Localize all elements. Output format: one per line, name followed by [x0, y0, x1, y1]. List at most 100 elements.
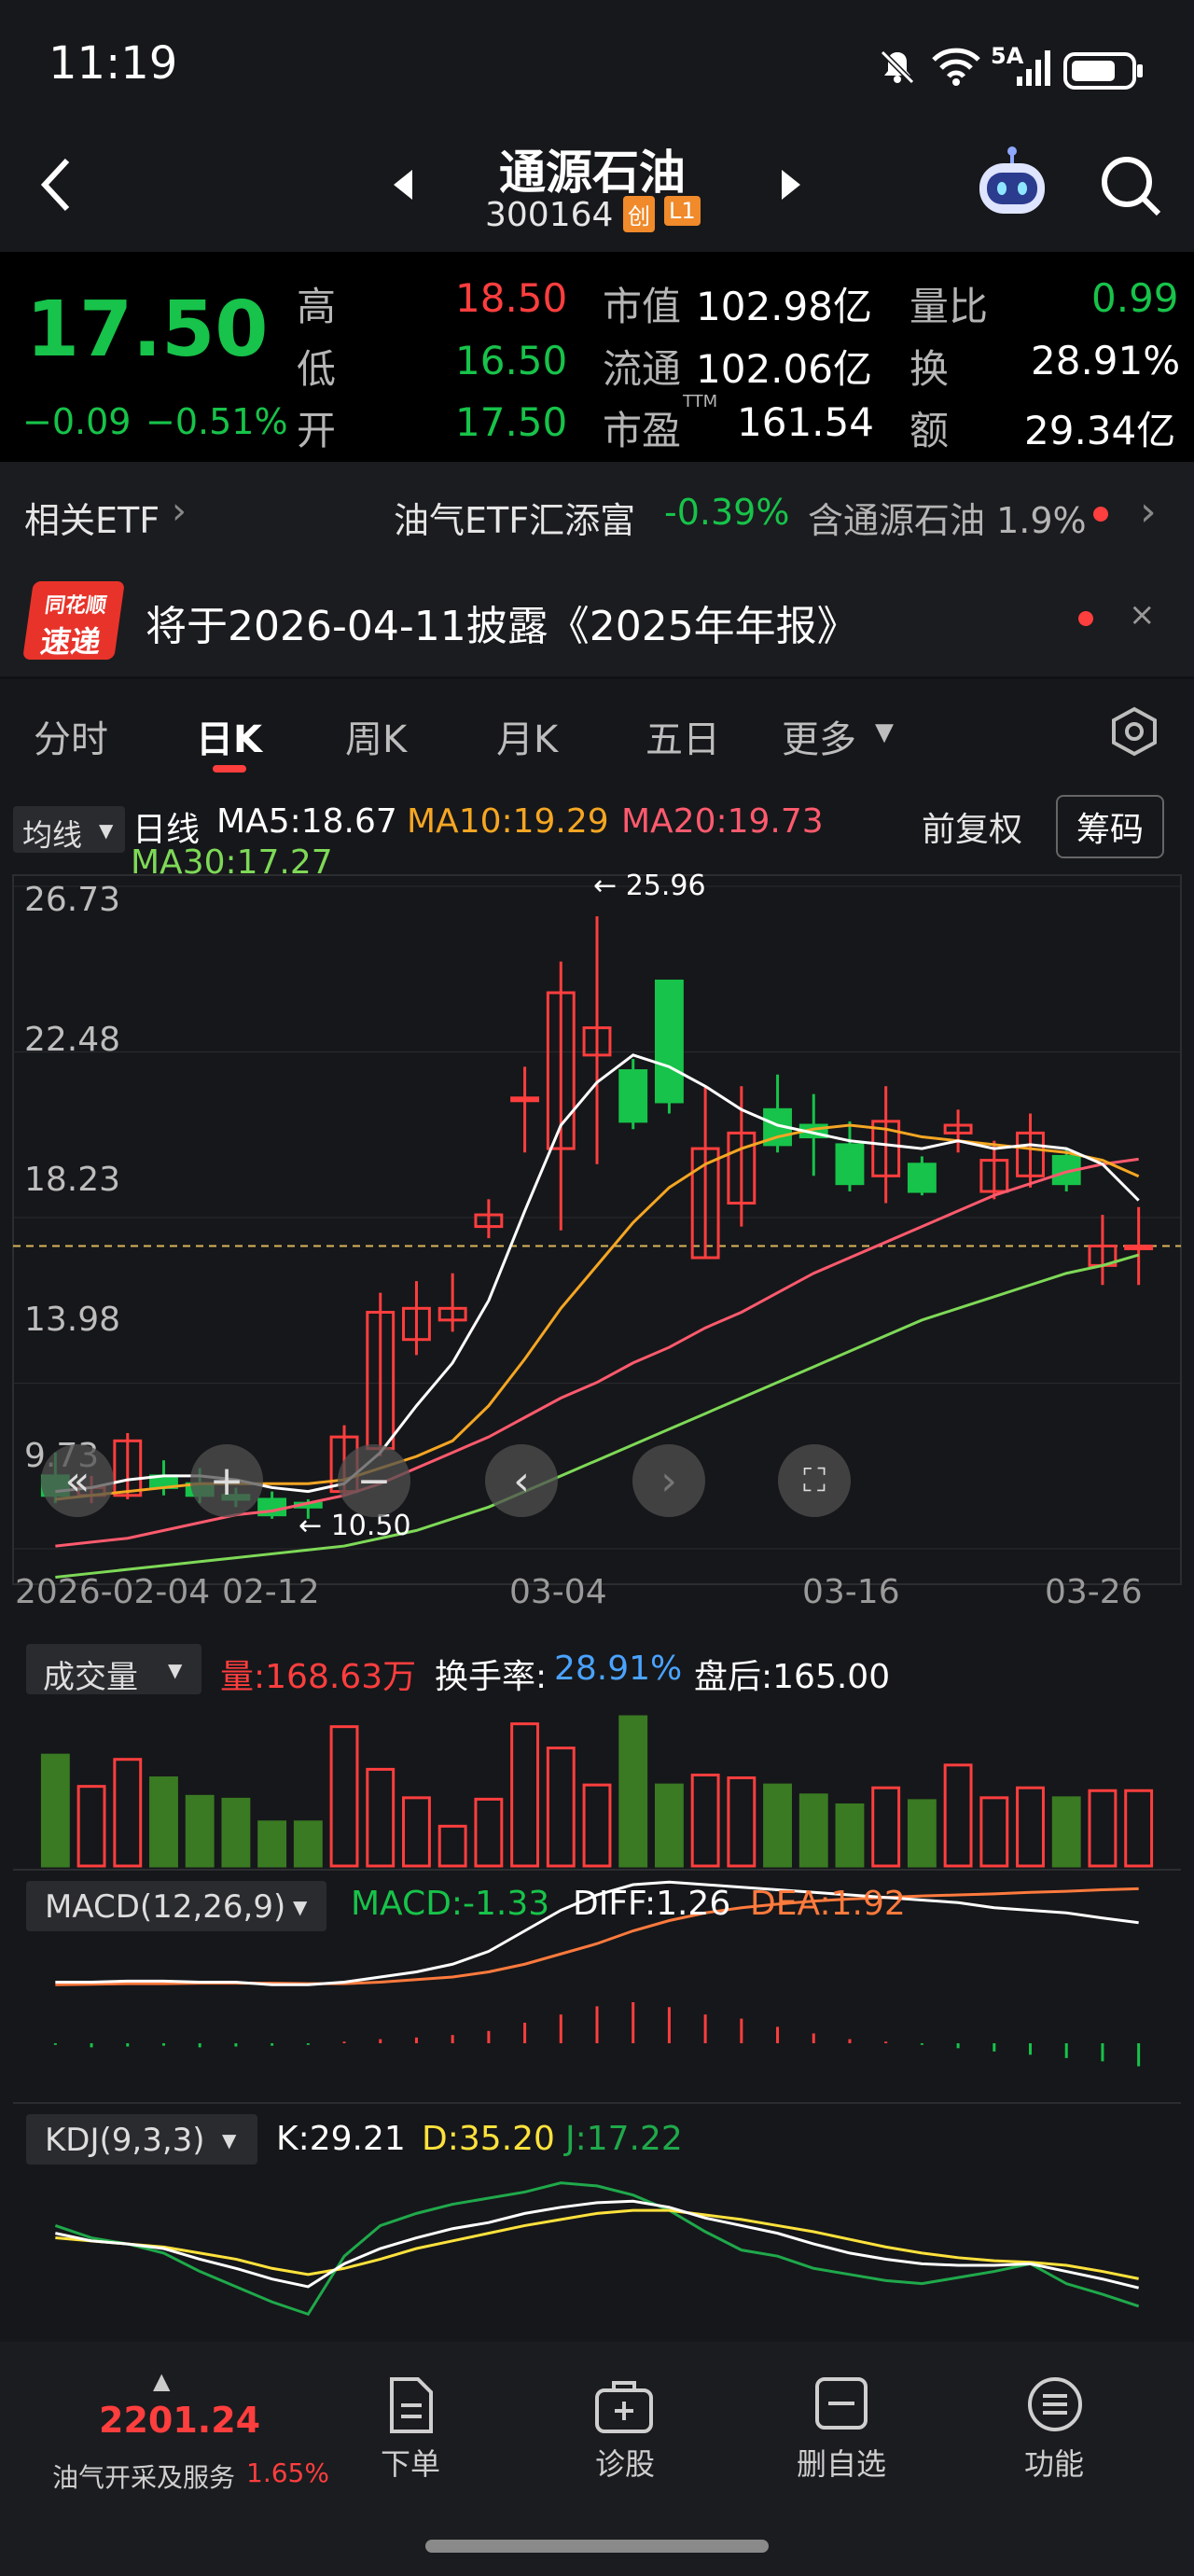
settings-hexagon-icon[interactable]	[1108, 705, 1160, 758]
turnover-rate-label: 换手率:	[435, 1658, 548, 1696]
order-label[interactable]: 下单	[326, 2441, 494, 2484]
etf-more-icon[interactable]: ›	[1140, 488, 1157, 536]
volume-bar	[221, 1797, 251, 1868]
notice-dot-icon	[1078, 611, 1093, 626]
volume-value: 量:168.63万	[220, 1658, 417, 1696]
volume-bar	[257, 1820, 287, 1868]
tab-monthly-k[interactable]: 月K	[496, 709, 558, 763]
etf-dot-icon	[1093, 507, 1108, 522]
volume-bar	[727, 1776, 757, 1868]
volratio-label: 量比	[909, 284, 989, 329]
diagnose-label[interactable]: 诊股	[541, 2441, 709, 2484]
volume-bar	[366, 1767, 396, 1868]
last-price: 17.50	[26, 285, 269, 374]
status-time: 11:19	[49, 37, 178, 90]
diagnose-kit-icon[interactable]	[593, 2375, 655, 2435]
volume-bar	[943, 1763, 973, 1868]
volume-bar	[907, 1799, 937, 1868]
macd-indicator-select[interactable]: MACD(12,26,9) ▼	[26, 1881, 326, 1931]
scroll-right-button[interactable]: ›	[632, 1444, 705, 1517]
chinext-badge: 创	[623, 196, 655, 232]
volume-bar	[293, 1820, 323, 1868]
etf-label: 相关ETF	[24, 500, 160, 541]
menu-icon[interactable]	[1026, 2375, 1084, 2433]
volume-bar	[979, 1796, 1009, 1868]
tab-more[interactable]: 更多	[782, 709, 856, 763]
volratio-value: 0.99	[1091, 275, 1179, 321]
volume-bar	[835, 1803, 865, 1868]
open-value: 17.50	[455, 399, 568, 445]
signal-icon	[1017, 50, 1050, 86]
etf-holding: 含通源石油 1.9%	[808, 500, 1087, 541]
kdj-d-line	[55, 2208, 1139, 2280]
x-tick: 03-16	[802, 1573, 900, 1611]
sector-name[interactable]: 油气开采及服务	[52, 2458, 235, 2495]
x-tick: 03-04	[509, 1573, 607, 1611]
float-value: 102.06亿	[696, 346, 872, 392]
kdj-d-value: D:35.20	[422, 2120, 555, 2158]
tab-daily-k[interactable]: 日K	[196, 709, 262, 763]
zoom-in-button[interactable]: +	[190, 1444, 263, 1517]
diff-value: DIFF:1.26	[573, 1885, 731, 1923]
mktcap-label: 市值	[603, 284, 682, 329]
mktcap-value: 102.98亿	[696, 284, 872, 329]
volume-indicator-select[interactable]: 成交量 ▼	[26, 1644, 201, 1696]
tab-intraday[interactable]: 分时	[34, 709, 108, 763]
search-icon[interactable]	[1099, 154, 1164, 219]
kdj-k-value: K:29.21	[276, 2120, 406, 2158]
volume-bar	[113, 1758, 143, 1868]
remove-watchlist-label[interactable]: 删自选	[757, 2441, 925, 2484]
kline-svg[interactable]	[0, 784, 1194, 2342]
chevron-down-icon: ▼	[293, 1896, 308, 1918]
stock-header: 通源石油 300164 创 L1	[0, 131, 1194, 252]
tab-five-day[interactable]: 五日	[646, 709, 720, 763]
after-hours-value: 盘后:165.00	[694, 1658, 891, 1696]
kdj-indicator-select[interactable]: KDJ(9,3,3) ▼	[26, 2114, 257, 2165]
high-value: 18.50	[455, 275, 568, 321]
close-icon[interactable]: ×	[1129, 596, 1156, 634]
back-icon[interactable]	[37, 157, 75, 213]
kdj-j-value: J:17.22	[565, 2120, 683, 2158]
pe-ttm-sup: TTM	[683, 392, 718, 411]
etf-name[interactable]: 油气ETF汇添富	[394, 492, 635, 543]
order-document-icon[interactable]	[382, 2375, 438, 2435]
rewind-button[interactable]: «	[41, 1444, 114, 1517]
status-bar: 11:19 5A	[0, 0, 1194, 131]
fullscreen-button[interactable]: ⛶	[778, 1444, 851, 1517]
price-change: −0.09	[22, 401, 132, 442]
prev-stock-icon[interactable]	[392, 168, 414, 202]
tab-weekly-k[interactable]: 周K	[345, 709, 407, 763]
volume-bar	[798, 1793, 828, 1868]
robot-assistant-icon[interactable]	[970, 145, 1054, 229]
related-etf-row[interactable]: 相关ETF › 油气ETF汇添富 -0.39% 含通源石油 1.9% ›	[0, 462, 1194, 564]
chevron-down-icon: ▼	[168, 1659, 183, 1681]
function-label[interactable]: 功能	[970, 2441, 1138, 2484]
remove-watchlist-icon[interactable]	[813, 2375, 869, 2431]
volume-bar	[402, 1796, 431, 1868]
turnover-value: 28.91%	[1031, 338, 1181, 383]
sector-index-value[interactable]: 2201.24	[99, 2400, 260, 2441]
stock-name: 通源石油	[499, 146, 686, 200]
level-badge: L1	[664, 196, 701, 226]
volume-bar	[185, 1794, 215, 1868]
pe-value: 161.54	[737, 399, 874, 445]
turnover-label: 换	[909, 346, 950, 392]
chevron-down-icon: ▼	[222, 2129, 237, 2151]
scroll-left-button[interactable]: ‹	[485, 1444, 558, 1517]
next-stock-icon[interactable]	[780, 168, 802, 202]
home-indicator	[425, 2540, 769, 2553]
mute-icon	[879, 49, 916, 86]
candle	[618, 1069, 648, 1123]
bottom-toolbar: ▲ 2201.24 油气开采及服务 1.65% 下单 诊股 删自选 功能	[0, 2342, 1194, 2576]
tonghuashun-logo: 同花顺 速递	[22, 581, 125, 660]
app-page: 11:19 5A 通源石油 300164 创 L1 17.50 −0.09 −0…	[0, 0, 1194, 2576]
volume-bar	[1088, 1789, 1118, 1868]
price-change-pct: −0.51%	[146, 401, 288, 442]
open-label: 开	[297, 408, 337, 453]
volume-bar	[40, 1753, 70, 1868]
zoom-out-button[interactable]: −	[338, 1444, 410, 1517]
volume-bar	[329, 1725, 359, 1868]
volume-bar	[76, 1785, 106, 1868]
announcement-banner[interactable]: 同花顺 速递 将于2026-04-11披露《2025年年报》 ×	[0, 564, 1194, 676]
x-tick: 02-12	[222, 1573, 320, 1611]
